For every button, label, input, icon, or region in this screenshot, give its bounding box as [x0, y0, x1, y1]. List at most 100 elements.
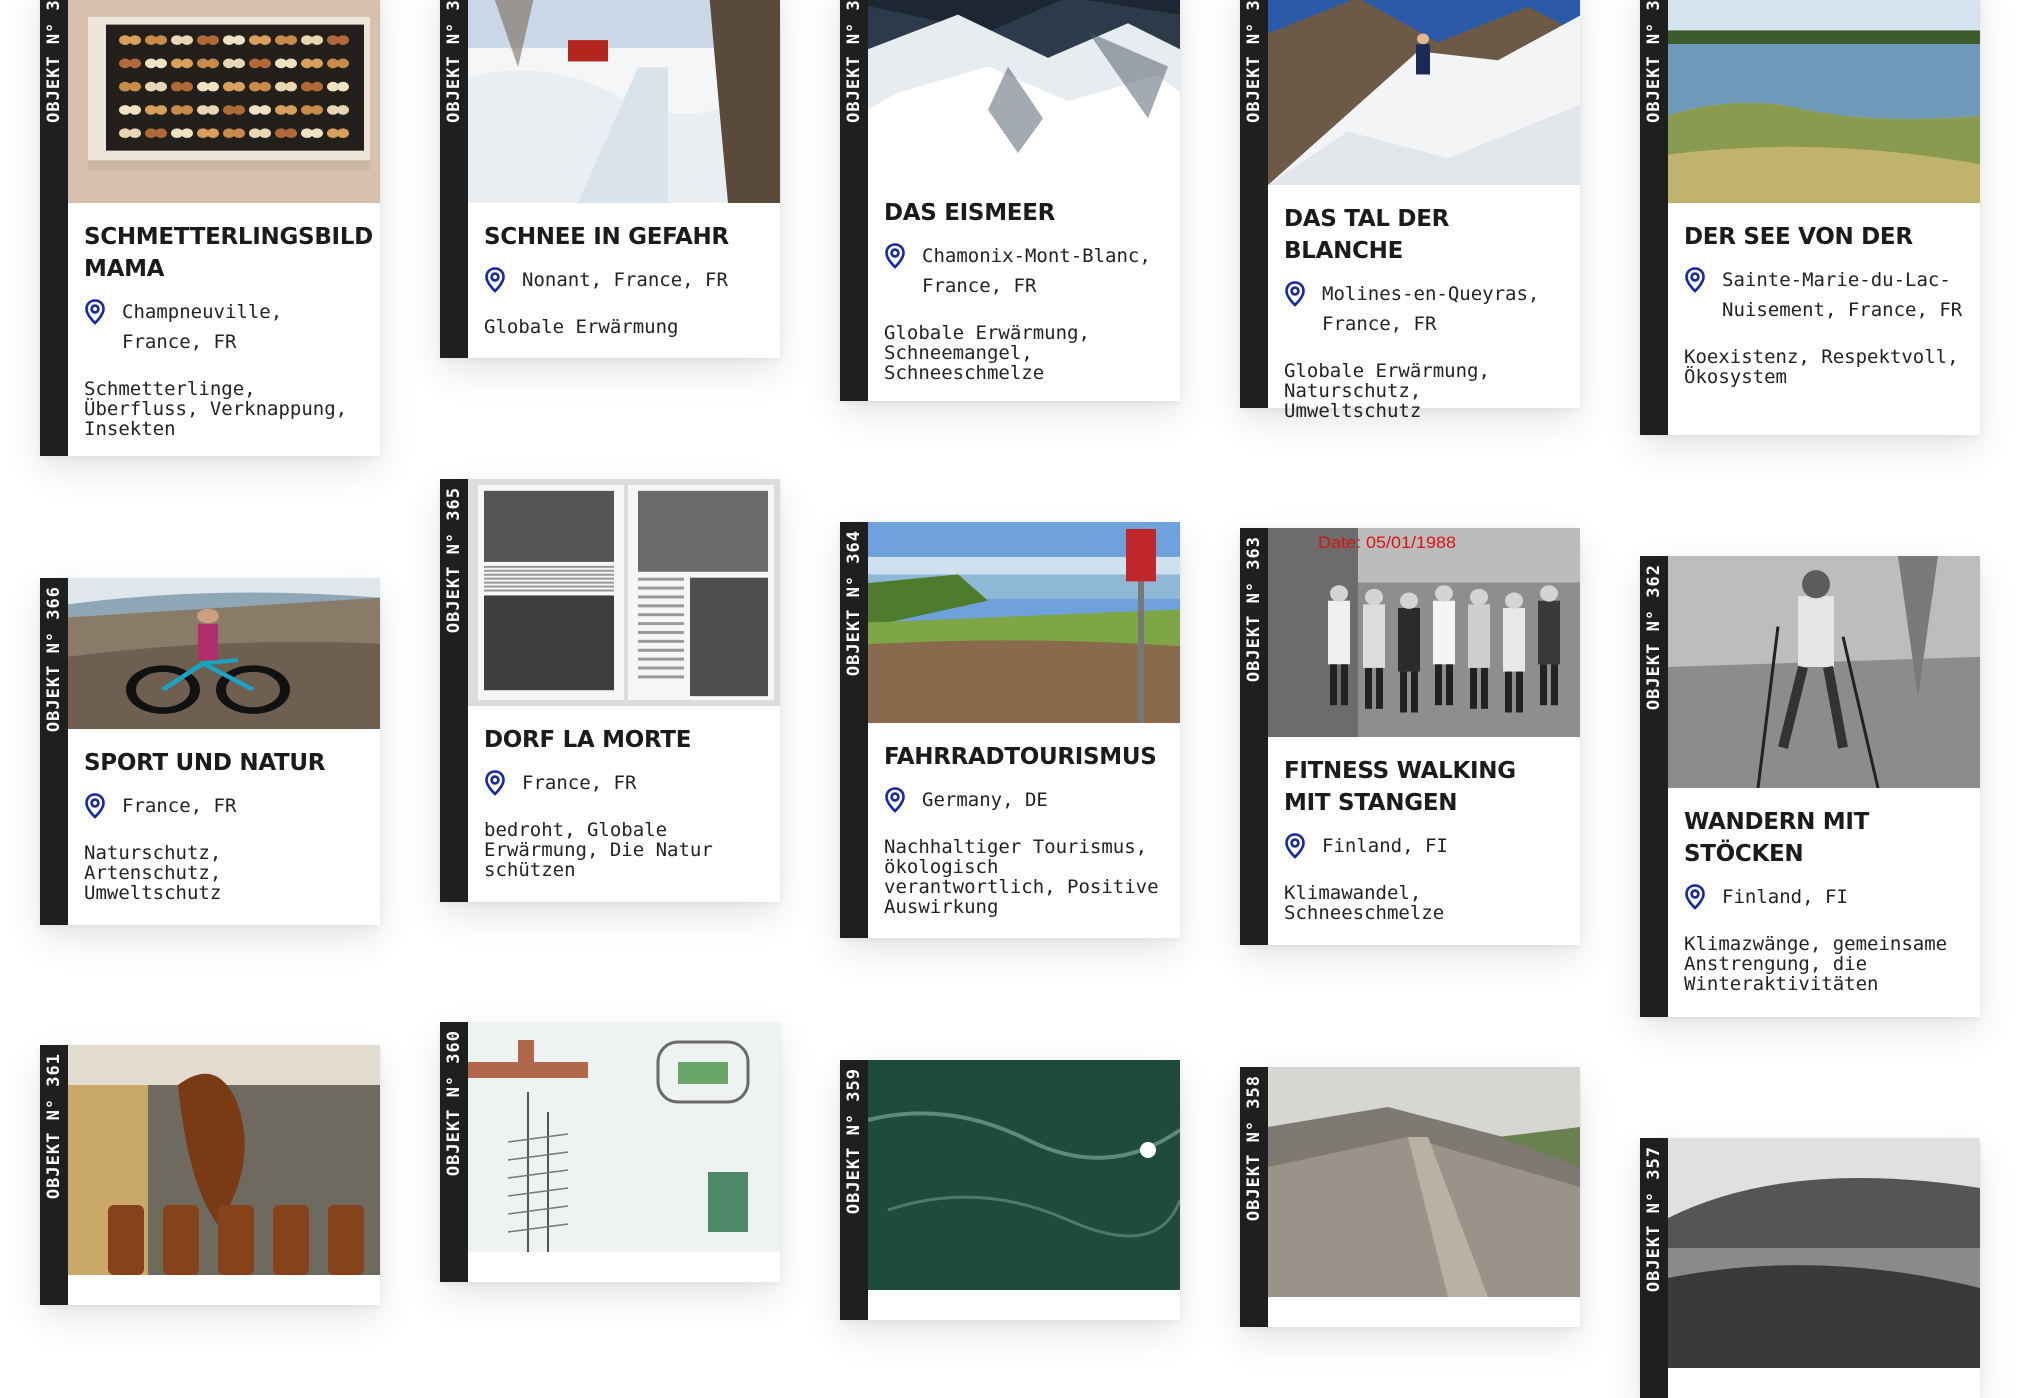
object-number-spine: OBJEKT N° 37 [40, 0, 68, 456]
object-title[interactable]: FAHRRADTOURISMUS [884, 741, 1164, 773]
object-tags: Globale Erwärmung, Naturschutz, Umweltsc… [1284, 360, 1490, 422]
object-title[interactable]: SCHMETTERLINGSBILD MAMA [84, 221, 373, 285]
lake-photo[interactable] [1668, 0, 1980, 203]
mountain-hiker-photo[interactable] [1268, 0, 1580, 185]
object-card[interactable]: OBJEKT N° 36 DAS EISMEER Chamonix-Mont-B… [840, 0, 1180, 401]
object-number-spine: OBJEKT N° 362 [1640, 556, 1668, 1017]
object-location: Germany, DE [884, 785, 1164, 815]
snowy-road-photo[interactable] [468, 0, 780, 203]
object-tags: Naturschutz, Artenschutz, Umweltschutz [84, 842, 222, 904]
water-surface-photo[interactable] [868, 1060, 1180, 1290]
nordic-walkers-photo[interactable]: Date: 05/01/1988 [1268, 528, 1580, 737]
object-number-label: OBJEKT N° 358 [1244, 1075, 1264, 1222]
object-tags: Nachhaltiger Tourismus, ökologisch veran… [884, 836, 1159, 918]
object-card[interactable]: OBJEKT N° 366 SPORT UND NATUR France, FR… [40, 578, 380, 925]
object-title[interactable]: SPORT UND NATUR [84, 747, 364, 779]
card-info: FAHRRADTOURISMUS Germany, DE Nachhaltige… [868, 723, 1180, 931]
object-number-spine: OBJEKT N° 363 [1240, 528, 1268, 945]
card-info: DORF LA MORTE France, FR bedroht, Global… [468, 706, 780, 894]
vintage-skier-photo[interactable] [1668, 556, 1980, 788]
object-card[interactable]: OBJEKT N° 361 [40, 1045, 380, 1305]
object-number-spine: OBJEKT N° 359 [840, 1060, 868, 1320]
object-number-label: OBJEKT N° 37 [44, 0, 64, 123]
object-tags: Koexistenz, Respektvoll, Ökosystem [1684, 346, 1959, 388]
gravel-hill-photo[interactable] [1268, 1067, 1580, 1297]
card-info: SPORT UND NATUR France, FR Naturschutz, … [68, 729, 380, 917]
map-pin-icon [484, 770, 506, 796]
object-title[interactable]: FITNESS WALKING MIT STANGEN [1284, 755, 1564, 819]
book-page-photo[interactable] [468, 479, 780, 706]
location-text: Champneuville, France, FR [122, 301, 283, 353]
object-number-label: OBJEKT N° 359 [844, 1068, 864, 1215]
location-text: Chamonix-Mont-Blanc, France, FR [922, 245, 1151, 297]
object-card[interactable]: OBJEKT N° 36 DER SEE VON DER Sainte-Mari… [1640, 0, 1980, 435]
card-body: DAS TAL DER BLANCHE Molines-en-Queyras, … [1268, 0, 1580, 435]
object-grid: OBJEKT N° 37 SCHMETTERLINGSBILD MAMA Cha… [0, 0, 2034, 1398]
butterfly-display-photo[interactable] [68, 0, 380, 203]
fatbike-photo[interactable] [68, 578, 380, 729]
object-number-spine: OBJEKT N° 358 [1240, 1067, 1268, 1327]
card-body [1668, 1138, 1980, 1368]
object-tags: Schmetterlinge, Überfluss, Verknappung, … [84, 378, 348, 440]
bw-landscape-photo[interactable] [1668, 1138, 1980, 1368]
object-number-label: OBJEKT N° 365 [444, 487, 464, 634]
object-card[interactable]: OBJEKT N° 360 [440, 1022, 780, 1282]
object-card[interactable]: OBJEKT N° 37 SCHMETTERLINGSBILD MAMA Cha… [40, 0, 380, 456]
card-info: SCHNEE IN GEFAHR Nonant, France, FR Glob… [468, 203, 780, 351]
pipe-sketch-photo[interactable] [468, 1022, 780, 1252]
map-pin-icon [1684, 267, 1706, 293]
object-tags: Globale Erwärmung [484, 316, 679, 338]
card-body [868, 1060, 1180, 1290]
card-body: Date: 05/01/1988 FITNESS WALKING MIT STA… [1268, 528, 1580, 937]
object-number-spine: OBJEKT N° 361 [40, 1045, 68, 1305]
glacier-photo[interactable] [868, 0, 1180, 179]
location-text: France, FR [122, 795, 237, 817]
object-title[interactable]: DAS TAL DER BLANCHE [1284, 203, 1564, 267]
card-body [1268, 1067, 1580, 1297]
card-body: DORF LA MORTE France, FR bedroht, Global… [468, 479, 780, 894]
map-pin-icon [84, 299, 106, 325]
ceramic-fish-photo[interactable] [68, 1045, 380, 1275]
object-title[interactable]: WANDERN MIT STÖCKEN [1684, 806, 1964, 870]
object-location: Nonant, France, FR [484, 265, 764, 295]
object-number-label: OBJEKT N° 362 [1644, 564, 1664, 711]
object-tags: Globale Erwärmung, Schneemangel, Schnees… [884, 322, 1090, 384]
object-card[interactable]: OBJEKT N° 358 [1240, 1067, 1580, 1327]
object-number-label: OBJEKT N° 361 [44, 1053, 64, 1200]
object-card[interactable]: OBJEKT N° 362 WANDERN MIT STÖCKEN Finlan… [1640, 556, 1980, 1017]
object-location: Chamonix-Mont-Blanc, France, FR [884, 241, 1164, 301]
object-title[interactable]: SCHNEE IN GEFAHR [484, 221, 764, 253]
object-number-label: OBJEKT N° 36 [1644, 0, 1664, 123]
card-body: DAS EISMEER Chamonix-Mont-Blanc, France,… [868, 0, 1180, 397]
object-card[interactable]: OBJEKT N° 364 FAHRRADTOURISMUS Germany, … [840, 522, 1180, 938]
object-title[interactable]: DAS EISMEER [884, 197, 1164, 229]
card-body: WANDERN MIT STÖCKEN Finland, FI Klimazwä… [1668, 556, 1980, 1008]
object-number-label: OBJEKT N° 357 [1644, 1146, 1664, 1293]
object-number-spine: OBJEKT N° 36 [1240, 0, 1268, 408]
card-info: SCHMETTERLINGSBILD MAMA Champneuville, F… [68, 203, 380, 453]
map-pin-icon [1684, 884, 1706, 910]
object-card[interactable]: OBJEKT N° 357 [1640, 1138, 1980, 1398]
card-info: DER SEE VON DER Sainte-Marie-du-Lac-Nuis… [1668, 203, 1980, 401]
map-pin-icon [84, 793, 106, 819]
object-number-spine: OBJEKT N° 36 [1640, 0, 1668, 435]
object-location: France, FR [84, 791, 364, 821]
object-card[interactable]: OBJEKT N° 36 DAS TAL DER BLANCHE Molines… [1240, 0, 1580, 421]
object-location: Finland, FI [1284, 831, 1564, 861]
object-card[interactable]: OBJEKT N° 37 SCHNEE IN GEFAHR Nonant, Fr… [440, 0, 780, 358]
object-card[interactable]: OBJEKT N° 363 Date: 05/01/1988 FITNESS W… [1240, 528, 1580, 945]
object-title[interactable]: DORF LA MORTE [484, 724, 764, 756]
map-pin-icon [484, 267, 506, 293]
card-info: WANDERN MIT STÖCKEN Finland, FI Klimazwä… [1668, 788, 1980, 1008]
object-card[interactable]: OBJEKT N° 365 DORF LA MORTE France, FR b… [440, 479, 780, 902]
object-title[interactable]: DER SEE VON DER [1684, 221, 1964, 253]
cycle-path-photo[interactable] [868, 522, 1180, 723]
object-number-label: OBJEKT N° 36 [1244, 0, 1264, 123]
map-pin-icon [1284, 281, 1306, 307]
object-card[interactable]: OBJEKT N° 359 [840, 1060, 1180, 1320]
location-text: Molines-en-Queyras, France, FR [1322, 283, 1540, 335]
svg-text:Date: 05/01/1988: Date: 05/01/1988 [1318, 533, 1456, 552]
object-location: France, FR [484, 768, 764, 798]
card-info: DAS TAL DER BLANCHE Molines-en-Queyras, … [1268, 185, 1580, 435]
object-number-label: OBJEKT N° 36 [844, 0, 864, 123]
